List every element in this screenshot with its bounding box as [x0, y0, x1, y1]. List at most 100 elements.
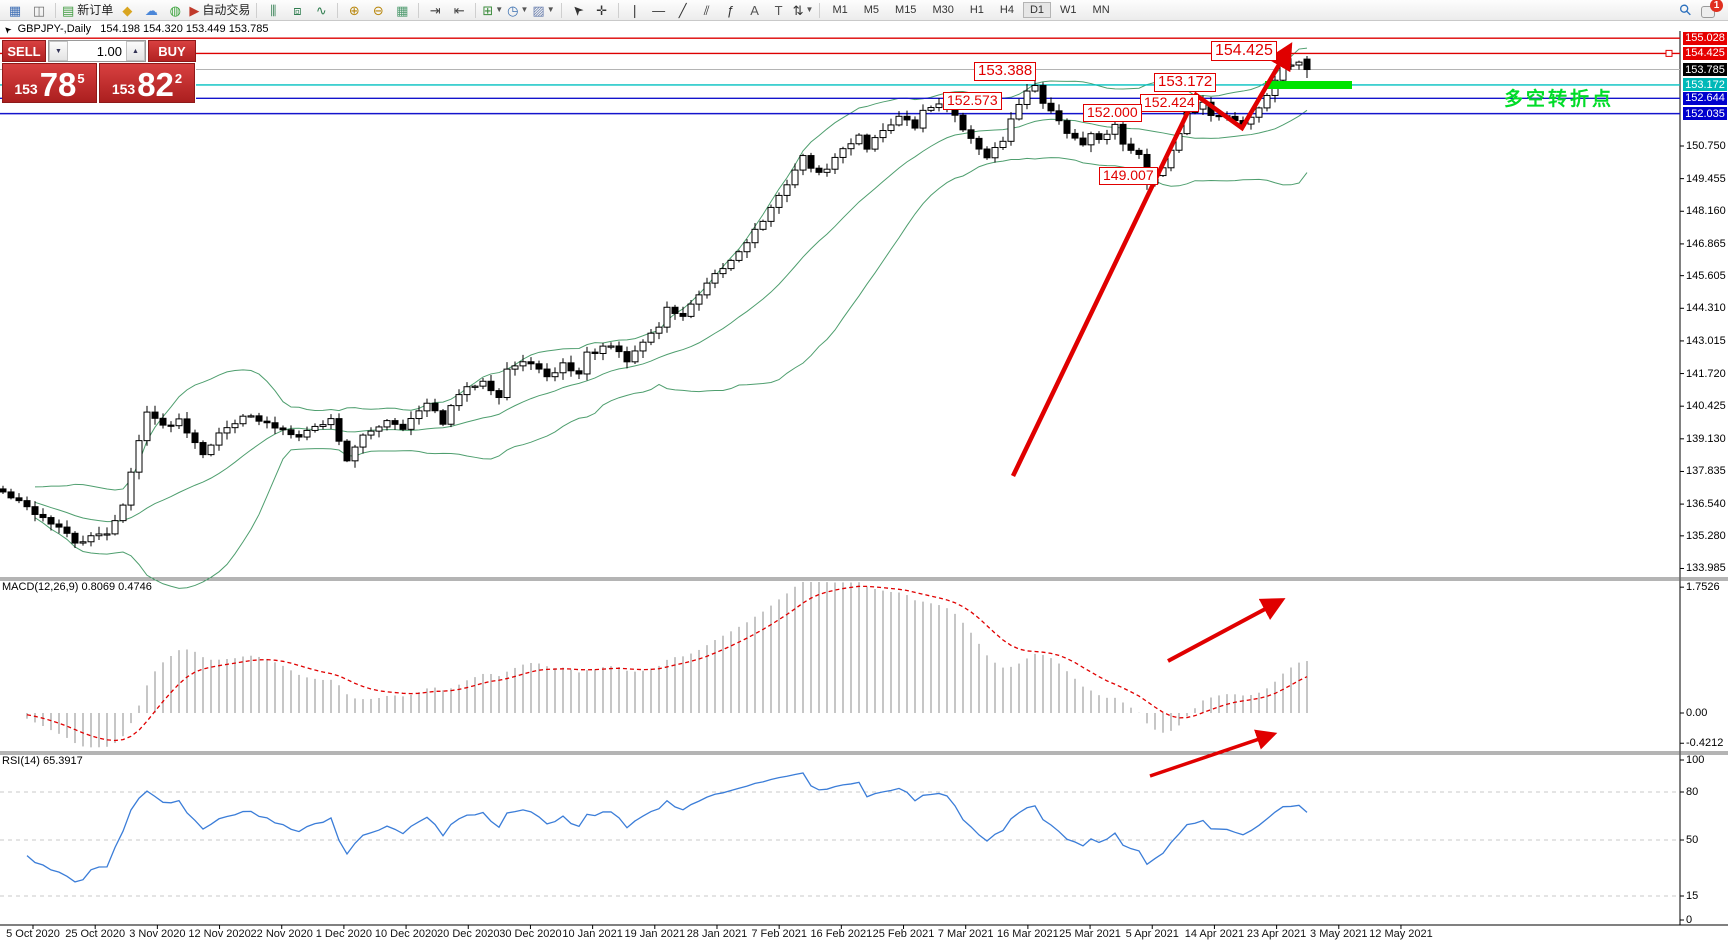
- price-annotation-label[interactable]: 153.172: [1154, 73, 1216, 92]
- volume-decrease-button[interactable]: ▼: [49, 41, 68, 61]
- fibonacci-icon[interactable]: ƒ: [719, 1, 743, 19]
- macd-trend-arrow[interactable]: [1168, 600, 1282, 661]
- price-annotation-label[interactable]: 152.424: [1140, 94, 1199, 112]
- auto-scroll-icon[interactable]: ⇥: [423, 1, 447, 19]
- date-label: 7 Mar 2021: [938, 928, 994, 940]
- price-axis-tick: 135.280: [1686, 530, 1726, 542]
- date-label: 10 Dec 2020: [375, 928, 437, 940]
- notification-badge: 1: [1710, 0, 1723, 12]
- rsi-axis-tick: 15: [1686, 890, 1698, 902]
- date-label: 16 Mar 2021: [997, 928, 1059, 940]
- price-annotation-label[interactable]: 149.007: [1099, 167, 1158, 185]
- date-label: 20 Dec 2020: [437, 928, 499, 940]
- date-label: 25 Oct 2020: [65, 928, 125, 940]
- green-support-bar[interactable]: [1265, 81, 1352, 89]
- arrows-icon[interactable]: ⇅▼: [791, 1, 816, 19]
- timeframe-button-m1[interactable]: M1: [825, 2, 854, 18]
- zoom-in-icon[interactable]: ⊕: [342, 1, 366, 19]
- sell-button[interactable]: SELL: [2, 40, 46, 62]
- horizontal-line-icon[interactable]: ―: [647, 1, 671, 19]
- buy-price-main: 82: [137, 69, 174, 100]
- buy-button[interactable]: BUY: [148, 40, 196, 62]
- chart-shift-icon[interactable]: ⇤: [447, 1, 471, 19]
- text-icon[interactable]: A: [743, 1, 767, 19]
- candlestick-series: [0, 56, 1310, 548]
- price-axis-tick: 145.605: [1686, 270, 1726, 282]
- buy-price-prefix: 153: [112, 81, 135, 97]
- timeframe-button-mn[interactable]: MN: [1086, 2, 1117, 18]
- date-label: 3 May 2021: [1310, 928, 1367, 940]
- equidistant-channel-icon[interactable]: ⫽: [695, 1, 719, 19]
- cursor-icon[interactable]: ➤: [566, 1, 590, 19]
- zoom-out-icon[interactable]: ⊖: [366, 1, 390, 19]
- sell-price-main: 78: [40, 69, 77, 100]
- main-toolbar: ▦◫▤新订单◆☁◍▶自动交易⫼⧈∿⊕⊖▦⇥⇤⊞▼◷▼▨▼➤✛❘―╱⫽ƒAT⇅▼M…: [0, 0, 1728, 21]
- date-label: 23 Apr 2021: [1247, 928, 1306, 940]
- axis-price-label: 153.785: [1683, 63, 1727, 76]
- timeframe-button-m15[interactable]: M15: [888, 2, 923, 18]
- profiles-icon[interactable]: ◫: [27, 1, 51, 19]
- timeframe-button-h1[interactable]: H1: [963, 2, 991, 18]
- buy-price-pip: 2: [175, 71, 182, 86]
- volume-increase-button[interactable]: ▲: [126, 41, 145, 61]
- axis-price-label: 155.028: [1683, 32, 1727, 45]
- price-axis-tick: 133.985: [1686, 562, 1726, 574]
- date-label: 25 Mar 2021: [1059, 928, 1121, 940]
- price-axis-tick: 141.720: [1686, 368, 1726, 380]
- community-icon[interactable]: ☁: [139, 1, 163, 19]
- date-label: 5 Apr 2021: [1126, 928, 1179, 940]
- macd-histogram: [27, 582, 1307, 747]
- price-annotation-label[interactable]: 154.425: [1211, 41, 1277, 61]
- trendline-endpoint-marker[interactable]: [1666, 50, 1672, 56]
- one-click-trade-panel: SELL ▼ 1.00 ▲ BUY 153 78 5 153 82 2: [2, 40, 196, 105]
- toolbar-separator: [475, 3, 476, 18]
- periods-icon[interactable]: ◷▼: [505, 1, 530, 19]
- date-label: 14 Apr 2021: [1185, 928, 1244, 940]
- autotrading-button[interactable]: ▶自动交易: [187, 1, 252, 19]
- notifications-icon[interactable]: 1: [1701, 2, 1719, 18]
- rsi-axis-tick: 80: [1686, 786, 1698, 798]
- templates-icon[interactable]: ▨▼: [530, 1, 556, 19]
- axis-price-label: 152.035: [1683, 107, 1727, 120]
- toolbar-separator: [256, 3, 257, 18]
- macd-indicator-label: MACD(12,26,9) 0.8069 0.4746: [2, 581, 152, 593]
- timeframe-button-m5[interactable]: M5: [857, 2, 886, 18]
- date-label: 30 Dec 2020: [499, 928, 561, 940]
- metaeditor-icon[interactable]: ◆: [115, 1, 139, 19]
- ohlc-values: 154.198 154.320 153.449 153.785: [100, 23, 268, 35]
- timeframe-button-m30[interactable]: M30: [925, 2, 960, 18]
- rsi-trend-arrow[interactable]: [1150, 734, 1274, 776]
- symbol-period-label: GBPJPY-,Daily: [18, 23, 92, 35]
- timeframe-button-d1[interactable]: D1: [1023, 2, 1051, 18]
- date-label: 16 Feb 2021: [810, 928, 872, 940]
- date-label: 10 Jan 2021: [562, 928, 623, 940]
- signals-icon[interactable]: ◍: [163, 1, 187, 19]
- new-chart-icon[interactable]: ▦: [3, 1, 27, 19]
- search-icon[interactable]: ⚲: [1675, 0, 1696, 20]
- vertical-line-icon[interactable]: ❘: [623, 1, 647, 19]
- tile-windows-icon[interactable]: ▦: [390, 1, 414, 19]
- line-chart-icon[interactable]: ∿: [309, 1, 333, 19]
- chart-canvas[interactable]: [0, 0, 1728, 941]
- volume-value[interactable]: 1.00: [68, 41, 126, 61]
- price-annotation-label[interactable]: 152.000: [1083, 104, 1142, 122]
- sell-price[interactable]: 153 78 5: [2, 63, 97, 103]
- indicators-button[interactable]: ⊞▼: [480, 1, 505, 19]
- volume-stepper[interactable]: ▼ 1.00 ▲: [48, 40, 146, 62]
- timeframe-button-h4[interactable]: H4: [993, 2, 1021, 18]
- crosshair-icon[interactable]: ✛: [590, 1, 614, 19]
- candlestick-chart-icon[interactable]: ⧈: [285, 1, 309, 19]
- date-label: 12 May 2021: [1369, 928, 1433, 940]
- bull-bear-turning-point-note[interactable]: 多空转折点: [1504, 84, 1614, 111]
- toolbar-separator: [55, 3, 56, 18]
- price-annotation-label[interactable]: 153.388: [974, 62, 1036, 81]
- new-order-button[interactable]: ▤新订单: [60, 1, 115, 19]
- timeframe-button-w1[interactable]: W1: [1053, 2, 1084, 18]
- sell-price-prefix: 153: [14, 81, 37, 97]
- macd-axis-tick: 1.7526: [1686, 581, 1720, 593]
- buy-price[interactable]: 153 82 2: [99, 63, 195, 103]
- price-annotation-label[interactable]: 152.573: [943, 92, 1002, 110]
- bar-chart-icon[interactable]: ⫼: [261, 1, 285, 19]
- label-icon[interactable]: T: [767, 1, 791, 19]
- trendline-icon[interactable]: ╱: [671, 1, 695, 19]
